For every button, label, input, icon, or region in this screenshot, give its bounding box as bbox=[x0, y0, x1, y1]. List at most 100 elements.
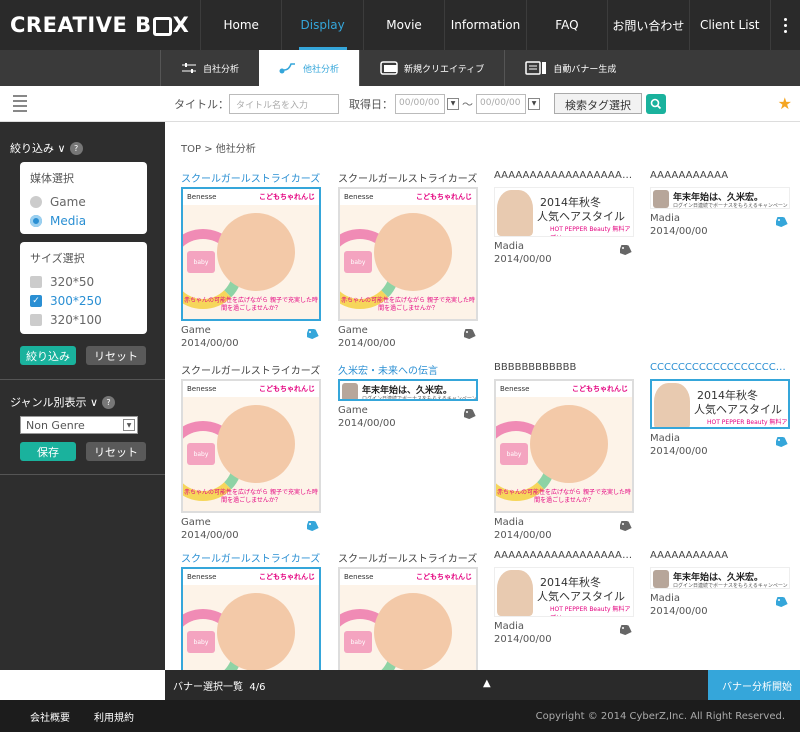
nav-item[interactable]: Information bbox=[444, 0, 525, 50]
banner-card[interactable]: スクールガールストライカーズ Benesseこどもちゃれんじbaby赤ちゃんの可能… bbox=[181, 170, 321, 350]
tag-icon[interactable] bbox=[774, 595, 788, 608]
banner-image[interactable]: Benesseこどもちゃれんじbaby赤ちゃんの可能性を広げながら 親子で充実し… bbox=[338, 187, 478, 321]
card-title[interactable]: AAAAAAAAAAA bbox=[650, 550, 790, 564]
tag-icon[interactable] bbox=[462, 407, 476, 420]
footer-terms-link[interactable]: 利用規約 bbox=[94, 709, 134, 724]
banner-image[interactable]: Benesseこどもちゃれんじbaby赤ちゃんの可能性を広げながら 親子で充実し… bbox=[338, 567, 478, 670]
help-icon[interactable]: ? bbox=[102, 395, 115, 409]
nav-item[interactable]: Home bbox=[200, 0, 281, 50]
subnav-item[interactable]: 自動バナー生成 bbox=[504, 50, 636, 86]
banner-image[interactable]: 2014年秋冬人気ヘアスタイルHOT PEPPER Beauty 無料アプリ bbox=[650, 379, 790, 429]
genre-header[interactable]: ジャンル別表示 ∨ ? bbox=[0, 394, 115, 410]
banner-card[interactable]: AAAAAAAAAAAAAAAAAAAA··· 2014年秋冬 人気ヘアスタイル HO… bbox=[494, 550, 634, 646]
card-title[interactable]: AAAAAAAAAAA bbox=[650, 170, 790, 184]
genre-select[interactable]: Non Genre ▼ bbox=[20, 416, 138, 434]
reset-genre-button[interactable]: リセット bbox=[86, 442, 146, 461]
banner-image[interactable]: 2014年秋冬人気ヘアスタイルHOT PEPPER Beauty 無料アプリ bbox=[494, 567, 634, 617]
logo-text-end: X bbox=[172, 13, 190, 37]
banner-product: こどもちゃれんじ bbox=[259, 573, 315, 581]
banner-image[interactable]: Benesseこどもちゃれんじbaby赤ちゃんの可能性を広げながら 親子で充実し… bbox=[181, 379, 321, 513]
subnav-item[interactable]: 他社分析 bbox=[259, 50, 360, 86]
card-title[interactable]: BBBBBBBBBBBB bbox=[494, 362, 634, 376]
card-title[interactable]: スクールガールストライカーズ bbox=[181, 170, 321, 184]
banner-image[interactable]: Benesseこどもちゃれんじbaby赤ちゃんの可能性を広げながら 親子で充実し… bbox=[494, 379, 634, 513]
date-to-dropdown-icon[interactable]: ▼ bbox=[528, 97, 540, 110]
banner-card[interactable]: AAAAAAAAAAAAAAAAAAAA··· 2014年秋冬 人気ヘアスタイル HO… bbox=[494, 170, 634, 266]
apply-filter-button[interactable]: 絞り込み bbox=[20, 346, 76, 365]
nav-item[interactable]: Client List bbox=[688, 0, 770, 50]
tag-icon[interactable] bbox=[618, 623, 632, 636]
tag-icon[interactable] bbox=[618, 519, 632, 532]
card-media: Game bbox=[338, 325, 368, 336]
banner-image[interactable]: 年末年始は、久米宏。 ログイン日連続でボーナスをもらえるキャンペーン bbox=[650, 567, 790, 589]
banner-card[interactable]: AAAAAAAAAAA 年末年始は、久米宏。 ログイン日連続でボーナスをもらえるキャ… bbox=[650, 550, 790, 618]
radio-option[interactable]: Game bbox=[30, 192, 137, 211]
tag-icon[interactable] bbox=[618, 243, 632, 256]
checkbox-option[interactable]: 320*100 bbox=[30, 310, 137, 329]
subnav-item[interactable]: 新規クリエイティブ bbox=[359, 50, 504, 86]
banner-card[interactable]: CCCCCCCCCCCCCCCCCCCC··· 2014年秋冬 人気ヘアスタイル HO… bbox=[650, 362, 790, 458]
footer-about-link[interactable]: 会社概要 bbox=[30, 709, 70, 724]
card-title[interactable]: CCCCCCCCCCCCCCCCCCCC··· bbox=[650, 362, 790, 376]
checkbox-option[interactable]: ✓ 300*250 bbox=[30, 291, 137, 310]
banner-image[interactable]: Benesseこどもちゃれんじbaby赤ちゃんの可能性を広げながら 親子で充実し… bbox=[181, 187, 321, 321]
subnav-item[interactable]: 自社分析 bbox=[160, 50, 259, 86]
tag-icon[interactable] bbox=[305, 519, 319, 532]
card-media: Madia bbox=[494, 517, 525, 528]
save-button[interactable]: 保存 bbox=[20, 442, 76, 461]
banner-image[interactable]: 2014年秋冬人気ヘアスタイルHOT PEPPER Beauty 無料アプリ bbox=[494, 187, 634, 237]
baby-photo bbox=[530, 405, 608, 483]
tag-icon[interactable] bbox=[774, 215, 788, 228]
option-label: Game bbox=[50, 194, 86, 209]
card-title[interactable]: スクールガールストライカーズ bbox=[181, 550, 321, 564]
filter-header[interactable]: 絞り込み ∨ ? bbox=[0, 140, 83, 156]
banner-card[interactable]: BBBBBBBBBBBB Benesse こどもちゃれんじ baby 赤ちゃんの可能性を… bbox=[494, 362, 634, 542]
card-date: 2014/00/00 bbox=[494, 530, 552, 541]
banner-card[interactable]: AAAAAAAAAAA 年末年始は、久米宏。 ログイン日連続でボーナスをもらえるキャ… bbox=[650, 170, 790, 238]
logo-box-icon bbox=[152, 16, 172, 36]
more-menu-icon[interactable] bbox=[770, 0, 800, 50]
card-title[interactable]: スクールガールストライカーズ bbox=[338, 550, 478, 564]
banner-image[interactable]: 年末年始は、久米宏。 ログイン日連続でボーナスをもらえるキャンペーン bbox=[650, 187, 790, 209]
card-title[interactable]: スクールガールストライカーズ bbox=[338, 170, 478, 184]
filter-label: 絞り込み ∨ bbox=[10, 142, 66, 155]
date-from-input[interactable]: 00/00/00 bbox=[395, 93, 445, 114]
analyze-banner-button[interactable]: バナー分析開始 bbox=[708, 670, 800, 700]
nav-item[interactable]: FAQ bbox=[525, 0, 607, 50]
card-title[interactable]: AAAAAAAAAAAAAAAAAAAA··· bbox=[494, 170, 634, 184]
star-icon[interactable]: ★ bbox=[778, 94, 792, 113]
banner-image[interactable]: Benesseこどもちゃれんじbaby赤ちゃんの可能性を広げながら 親子で充実し… bbox=[181, 567, 321, 670]
tag-select-button[interactable]: 検索タグ選択 bbox=[554, 93, 642, 114]
breadcrumb[interactable]: TOP > 他社分析 bbox=[181, 140, 256, 155]
tag-icon[interactable] bbox=[774, 435, 788, 448]
chevron-up-icon[interactable]: ▲ bbox=[483, 678, 491, 689]
tag-icon[interactable] bbox=[462, 327, 476, 340]
banner-card[interactable]: スクールガールストライカーズ Benesseこどもちゃれんじbaby赤ちゃんの可能… bbox=[181, 550, 321, 670]
card-title[interactable]: スクールガールストライカーズ bbox=[181, 362, 321, 376]
card-title[interactable]: AAAAAAAAAAAAAAAAAAAA··· bbox=[494, 550, 634, 564]
reset-filter-button[interactable]: リセット bbox=[86, 346, 146, 365]
search-button[interactable] bbox=[646, 93, 666, 114]
date-from-dropdown-icon[interactable]: ▼ bbox=[447, 97, 459, 110]
nav-item[interactable]: お問い合わせ bbox=[607, 0, 688, 50]
checkbox-option[interactable]: 320*50 bbox=[30, 272, 137, 291]
logo[interactable]: CREATIVE B X bbox=[0, 0, 200, 50]
main-nav: Home Display Movie Information FAQ お問い合わせ Clie… bbox=[200, 0, 770, 50]
help-icon[interactable]: ? bbox=[69, 141, 83, 155]
banner-card[interactable]: 久米宏・未来への伝言年末年始は、久米宏。 ログイン日連続でボーナスをもらえるキャン… bbox=[338, 362, 478, 430]
title-search-input[interactable]: タイトル名を入力 bbox=[229, 93, 339, 114]
banner-card[interactable]: スクールガールストライカーズ Benesseこどもちゃれんじbaby赤ちゃんの可能… bbox=[338, 550, 478, 670]
tag-icon[interactable] bbox=[305, 327, 319, 340]
date-to-input[interactable]: 00/00/00 bbox=[476, 93, 526, 114]
radio-option[interactable]: Media bbox=[30, 211, 137, 230]
date-separator: ～ bbox=[462, 97, 473, 111]
card-title[interactable]: 久米宏・未来への伝言 bbox=[338, 362, 478, 376]
nav-item[interactable]: Display bbox=[281, 0, 362, 50]
card-media: Madia bbox=[650, 593, 681, 604]
banner-image[interactable]: 年末年始は、久米宏。 ログイン日連続でボーナスをもらえるキャンペーン bbox=[338, 379, 478, 401]
top-bar: CREATIVE B X Home Display Movie Information F… bbox=[0, 0, 800, 50]
banner-card[interactable]: スクールガールストライカーズ Benesseこどもちゃれんじbaby赤ちゃんの可能… bbox=[181, 362, 321, 542]
banner-card[interactable]: スクールガールストライカーズ Benesseこどもちゃれんじbaby赤ちゃんの可能… bbox=[338, 170, 478, 350]
hamburger-icon[interactable] bbox=[0, 95, 40, 112]
nav-item[interactable]: Movie bbox=[362, 0, 444, 50]
